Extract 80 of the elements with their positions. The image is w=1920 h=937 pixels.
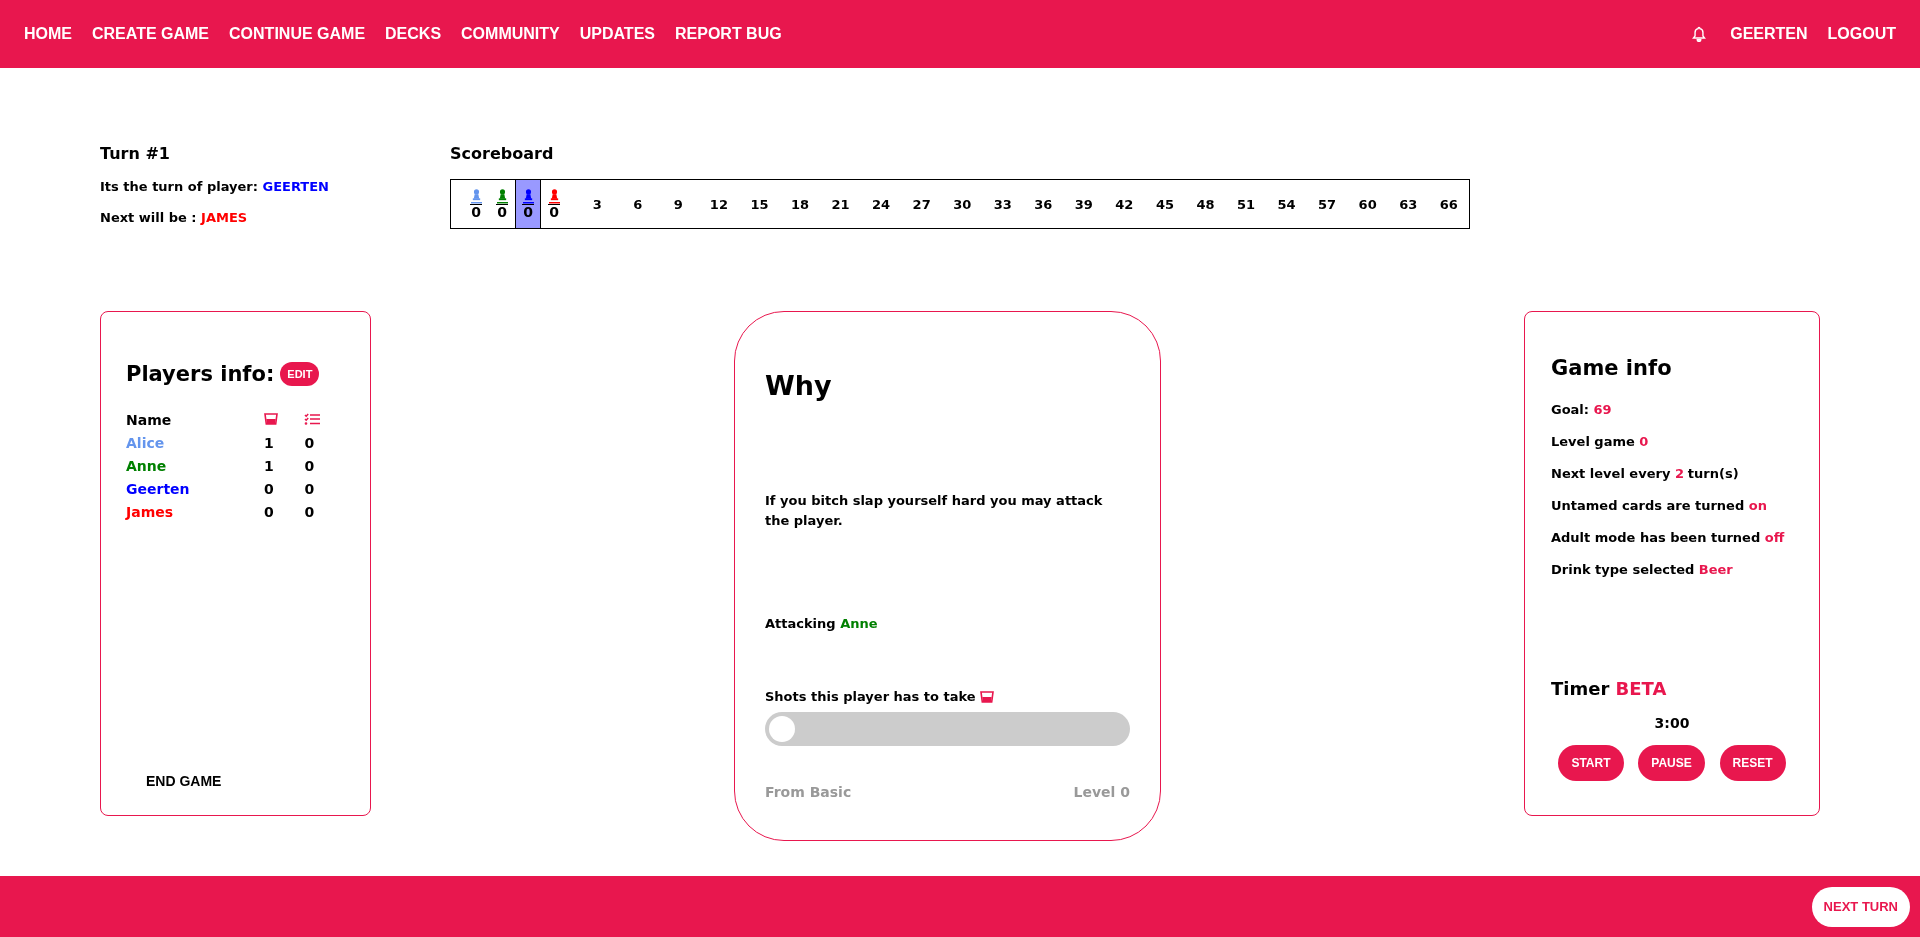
card-level: Level 0 [1073,784,1130,800]
slider-thumb[interactable] [769,716,795,742]
edit-button[interactable]: EDIT [280,362,320,386]
score-mark: 24 [871,196,892,212]
shot-glass-icon [263,412,278,425]
player-score: 0 [522,204,534,219]
cards-count: 0 [304,456,316,476]
nav-link[interactable]: CREATE GAME [92,25,210,43]
score-mark: 66 [1438,196,1459,212]
score-mark: 60 [1357,196,1378,212]
logout-link[interactable]: LOGOUT [1827,25,1896,43]
score-mark: 57 [1317,196,1338,212]
shots-label: Shots this player has to take [765,689,976,704]
nav-link[interactable]: COMMUNITY [461,25,560,43]
game-info-line: Untamed cards are turned on [1551,498,1768,513]
game-info-line: Goal: 69 [1551,402,1613,417]
shots-slider[interactable] [765,712,1130,746]
user-link[interactable]: GEERTEN [1730,25,1808,43]
nav-link[interactable]: HOME [24,25,72,43]
score-mark: 30 [952,196,973,212]
nav-link[interactable]: REPORT BUG [675,25,782,43]
name-header: Name [126,408,264,431]
score-mark: 12 [708,196,729,212]
score-mark: 63 [1398,196,1419,212]
score-mark: 27 [911,196,932,212]
score-mark: 42 [1114,196,1135,212]
end-game-button[interactable]: END GAME [146,773,222,789]
shots-count: 0 [263,479,275,499]
current-turn-text: Its the turn of player: GEERTEN [100,179,330,194]
nav-link[interactable]: UPDATES [579,25,655,43]
game-info-title: Game info [1551,356,1673,380]
player-name: Geerten [126,477,264,500]
game-info-line: Drink type selected Beer [1551,562,1734,577]
nav-link[interactable]: CONTINUE GAME [229,25,366,43]
game-info-line: Next level every 2 turn(s) [1551,466,1740,481]
player-score: 0 [548,204,560,219]
score-mark: 54 [1276,196,1297,212]
score-mark: 51 [1235,196,1257,212]
player-score: 0 [496,204,508,219]
players-info-title: Players info: [126,362,275,386]
shots-count: 1 [263,456,275,476]
player-name: Anne [126,456,168,476]
turn-title: Turn #1 [100,144,171,163]
nav-link[interactable]: DECKS [385,25,442,43]
card-title: Why [765,370,833,401]
score-mark: 45 [1154,196,1175,212]
checklist-icon [304,412,321,425]
timer-display: 3:00 [1653,715,1691,731]
score-mark: 33 [992,196,1013,212]
timer-button[interactable]: RESET [1719,745,1786,781]
attacking-text: Attacking Anne [765,616,879,631]
player-score: 0 [470,204,482,219]
score-mark: 3 [591,196,603,212]
score-mark: 39 [1073,196,1094,212]
score-mark: 9 [672,196,684,212]
timer-title: Timer BETA [1551,678,1668,699]
timer-button[interactable]: PAUSE [1638,745,1705,781]
score-mark: 21 [830,196,851,212]
score-mark: 36 [1033,196,1054,212]
player-name: James [126,500,264,523]
cards-count: 0 [304,502,316,522]
bell-icon[interactable] [1692,26,1707,42]
game-info-line: Level game 0 [1551,434,1650,449]
shots-count: 0 [263,502,275,522]
next-turn-text: Next will be : JAMES [100,210,249,225]
score-mark: 18 [789,196,811,212]
game-info-line: Adult mode has been turned off [1551,530,1786,545]
score-mark: 48 [1195,196,1216,212]
shot-glass-icon [979,690,994,703]
score-mark: 15 [749,196,770,212]
next-turn-button[interactable]: NEXT TURN [1811,886,1910,927]
cards-count: 0 [304,479,316,499]
cards-count: 0 [304,433,316,453]
shots-count: 1 [263,433,275,453]
player-name: Alice [126,433,166,453]
card-source: From Basic [765,784,852,800]
scoreboard-title: Scoreboard [450,144,555,163]
timer-button[interactable]: START [1558,745,1624,781]
card-text: If you bitch slap yourself hard you may attack the player. [765,492,1104,530]
score-mark: 6 [632,196,644,212]
